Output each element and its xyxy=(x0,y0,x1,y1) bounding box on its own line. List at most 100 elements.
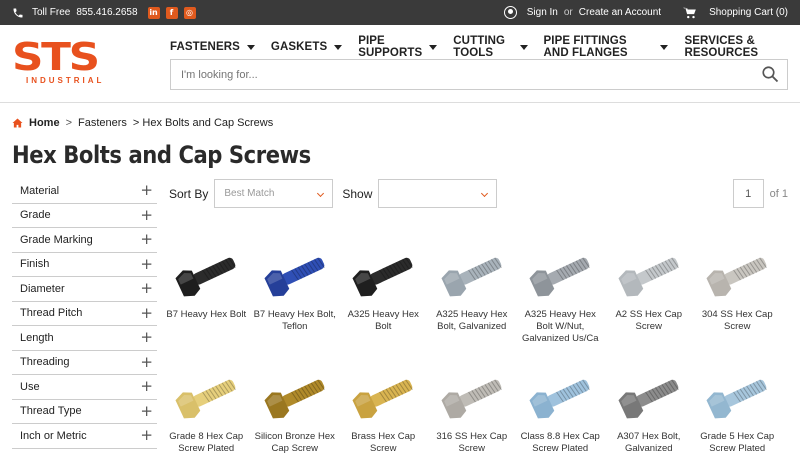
search-icon[interactable] xyxy=(761,65,779,83)
product-card[interactable]: A325 Heavy Hex Bolt, Galvanized xyxy=(428,245,517,345)
pagination: 1 of 1 xyxy=(732,179,788,208)
product-image[interactable] xyxy=(525,367,595,427)
plus-icon[interactable]: + xyxy=(140,207,153,223)
product-name[interactable]: B7 Heavy Hex Bolt xyxy=(163,309,249,321)
product-image[interactable] xyxy=(348,245,418,305)
nav-label: PIPE SUPPORTS xyxy=(358,35,423,59)
sort-select[interactable]: Best Match xyxy=(214,179,334,208)
filter-length[interactable]: Length + xyxy=(12,326,157,351)
sts-logo[interactable]: STS INDUSTRIAL xyxy=(12,38,110,90)
sort-by-label: Sort By xyxy=(169,186,209,201)
filter-threading[interactable]: Threading + xyxy=(12,351,157,375)
filter-grade[interactable]: Grade + xyxy=(12,204,157,228)
product-image[interactable] xyxy=(614,245,684,305)
product-image[interactable] xyxy=(171,245,241,305)
product-name[interactable]: Silicon Bronze Hex Cap Screw xyxy=(252,431,338,455)
filter-thread-pitch[interactable]: Thread Pitch + xyxy=(12,302,157,326)
chevron-down-icon xyxy=(246,44,255,50)
chevron-down-icon xyxy=(334,44,343,50)
product-image[interactable] xyxy=(171,367,241,427)
filter-inch-or-metric[interactable]: Inch or Metric + xyxy=(12,424,157,449)
product-name[interactable]: 304 SS Hex Cap Screw xyxy=(694,309,780,333)
filter-diameter[interactable]: Diameter + xyxy=(12,277,157,302)
product-name[interactable]: A2 SS Hex Cap Screw xyxy=(606,309,692,333)
page-count: of 1 xyxy=(769,187,788,200)
product-card[interactable]: Brass Hex Cap Screw xyxy=(339,367,428,455)
product-name[interactable]: 316 SS Hex Cap Screw xyxy=(429,431,515,455)
plus-icon[interactable]: + xyxy=(140,428,153,443)
product-name[interactable]: Grade 8 Hex Cap Screw Plated xyxy=(163,431,249,455)
product-name[interactable]: Brass Hex Cap Screw xyxy=(340,431,426,455)
filter-sidebar: Material + Grade + Grade Marking + Finish + Diam… xyxy=(12,179,157,449)
filter-thread-type[interactable]: Thread Type + xyxy=(12,400,157,424)
plus-icon[interactable]: + xyxy=(140,379,153,394)
product-image[interactable] xyxy=(525,245,595,305)
product-name[interactable]: A325 Heavy Hex Bolt xyxy=(340,309,426,333)
nav-fasteners[interactable]: FASTENERS xyxy=(170,35,255,59)
product-card[interactable]: A325 Heavy Hex Bolt W/Nut, Galvanized Us… xyxy=(516,245,605,345)
filter-grade-marking[interactable]: Grade Marking + xyxy=(12,228,157,253)
plus-icon[interactable]: + xyxy=(140,183,153,198)
product-card[interactable]: 316 SS Hex Cap Screw xyxy=(428,367,517,455)
product-image[interactable] xyxy=(702,245,772,305)
filter-label: Grade xyxy=(20,209,51,222)
plus-icon[interactable]: + xyxy=(140,232,153,247)
product-name[interactable]: Grade 5 Hex Cap Screw Plated xyxy=(694,431,780,455)
product-image[interactable] xyxy=(437,245,507,305)
nav-label: SERVICES & RESOURCES xyxy=(684,35,759,59)
product-card[interactable]: Grade 8 Hex Cap Screw Plated xyxy=(162,367,251,455)
product-image[interactable] xyxy=(348,367,418,427)
shopping-cart-link[interactable]: Shopping Cart (0) xyxy=(709,7,788,18)
plus-icon[interactable]: + xyxy=(140,305,153,321)
page-number-input[interactable]: 1 xyxy=(732,179,764,208)
product-card[interactable]: A2 SS Hex Cap Screw xyxy=(605,245,694,345)
product-card[interactable]: 304 SS Hex Cap Screw xyxy=(693,245,782,345)
create-account-link[interactable]: Create an Account xyxy=(579,7,661,18)
linkedin-icon[interactable]: in xyxy=(147,6,160,19)
product-image[interactable] xyxy=(702,367,772,427)
instagram-icon[interactable]: ◎ xyxy=(183,6,196,19)
toll-free-label: Toll Free xyxy=(32,7,71,18)
social-links: in f ◎ xyxy=(147,6,196,19)
plus-icon[interactable]: + xyxy=(140,403,153,419)
product-name[interactable]: A325 Heavy Hex Bolt, Galvanized xyxy=(429,309,515,333)
filter-use[interactable]: Use + xyxy=(12,375,157,400)
product-card[interactable]: Class 8.8 Hex Cap Screw Plated xyxy=(516,367,605,455)
product-card[interactable]: Grade 5 Hex Cap Screw Plated xyxy=(693,367,782,455)
nav-cutting-tools[interactable]: CUTTING TOOLS xyxy=(453,35,528,59)
product-name[interactable]: Class 8.8 Hex Cap Screw Plated xyxy=(517,431,603,455)
product-card[interactable]: B7 Heavy Hex Bolt, Teflon xyxy=(251,245,340,345)
cart-icon[interactable] xyxy=(683,7,697,19)
sign-in-link[interactable]: Sign In xyxy=(527,7,558,18)
product-name[interactable]: A307 Hex Bolt, Galvanized xyxy=(606,431,692,455)
product-image[interactable] xyxy=(614,367,684,427)
product-image[interactable] xyxy=(437,367,507,427)
plus-icon[interactable]: + xyxy=(140,281,153,296)
filter-label: Inch or Metric xyxy=(20,429,87,442)
product-card[interactable]: B7 Heavy Hex Bolt xyxy=(162,245,251,345)
nav-pipe-fittings[interactable]: PIPE FITTINGS AND FLANGES xyxy=(544,35,669,59)
phone-contact[interactable]: Toll Free 855.416.2658 xyxy=(12,7,138,19)
nav-pipe-supports[interactable]: PIPE SUPPORTS xyxy=(358,35,438,59)
product-card[interactable]: A307 Hex Bolt, Galvanized xyxy=(605,367,694,455)
product-image[interactable] xyxy=(260,367,330,427)
product-name[interactable]: A325 Heavy Hex Bolt W/Nut, Galvanized Us… xyxy=(517,309,603,345)
product-card[interactable]: Silicon Bronze Hex Cap Screw xyxy=(251,367,340,455)
breadcrumb-separator: > xyxy=(65,117,72,129)
nav-gaskets[interactable]: GASKETS xyxy=(271,35,343,59)
plus-icon[interactable]: + xyxy=(140,330,153,345)
filter-material[interactable]: Material + xyxy=(12,179,157,204)
nav-services[interactable]: SERVICES & RESOURCES xyxy=(684,35,784,59)
search-input[interactable] xyxy=(171,60,731,89)
product-card[interactable]: A325 Heavy Hex Bolt xyxy=(339,245,428,345)
plus-icon[interactable]: + xyxy=(140,256,153,272)
show-select[interactable] xyxy=(378,179,498,208)
filter-finish[interactable]: Finish + xyxy=(12,253,157,277)
facebook-icon[interactable]: f xyxy=(165,6,178,19)
plus-icon[interactable]: + xyxy=(140,354,153,370)
product-image[interactable] xyxy=(260,245,330,305)
breadcrumb-home[interactable]: Home xyxy=(29,117,60,129)
product-name[interactable]: B7 Heavy Hex Bolt, Teflon xyxy=(252,309,338,333)
breadcrumb-fasteners[interactable]: Fasteners xyxy=(78,117,127,129)
phone-number[interactable]: 855.416.2658 xyxy=(76,7,137,18)
